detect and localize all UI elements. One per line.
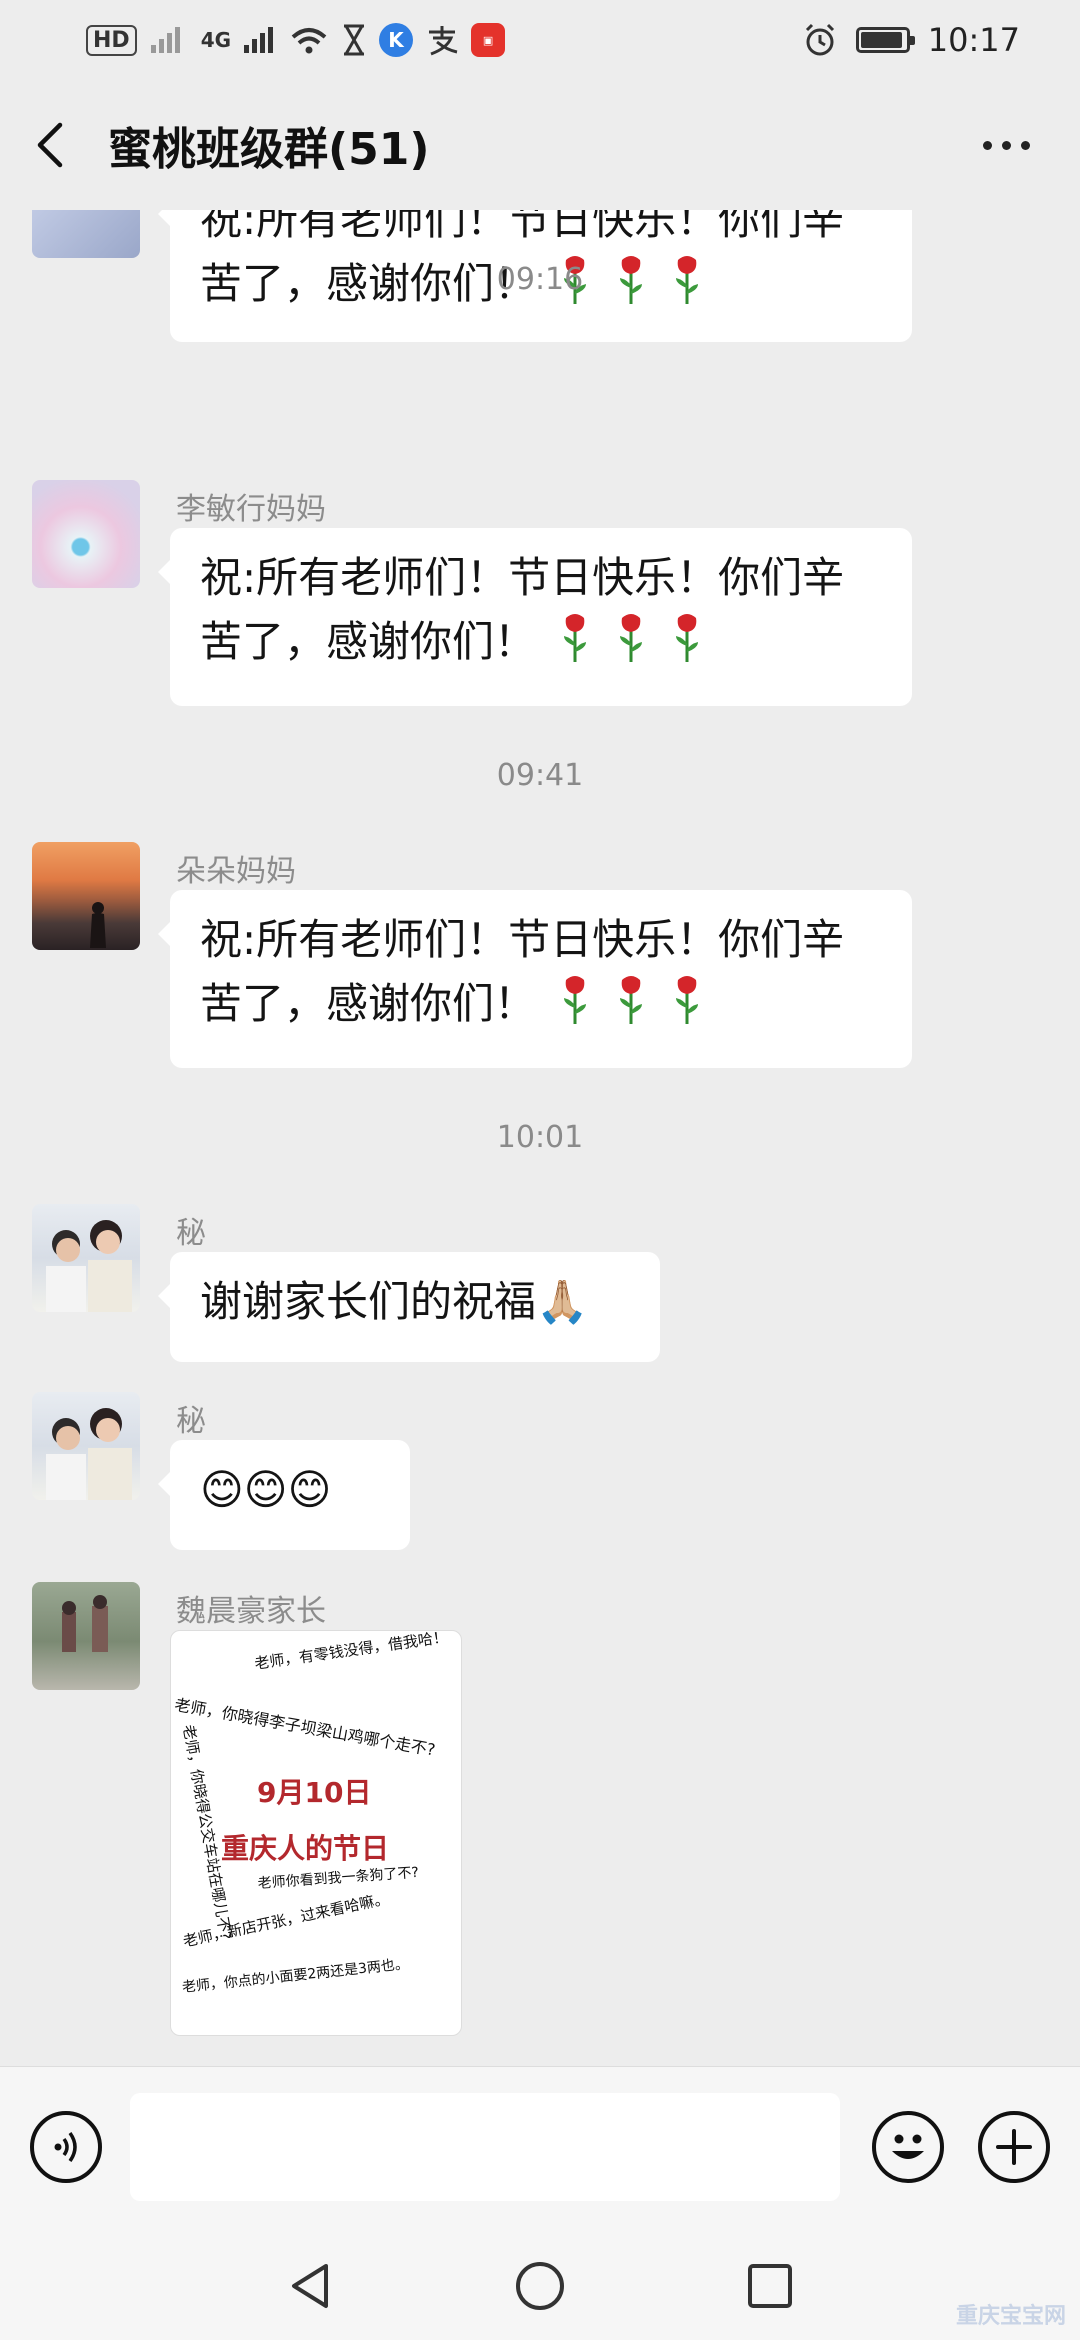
signal-icon [150,27,180,53]
more-options-button[interactable] [983,140,1030,150]
message-text: 祝:所有老师们！节日快乐！你们辛苦了，感谢你们！ [200,553,845,666]
watermark: 重庆宝宝网 [955,2304,1066,2329]
chevron-left-icon [37,122,63,168]
avatar[interactable] [32,1392,140,1500]
signal-icon-2 [244,27,274,53]
wifi-icon [291,28,327,54]
alarm-icon [805,23,834,56]
chat-title: 蜜桃班级群(51) [108,124,430,175]
hd-indicator: HD [86,24,137,56]
message-list[interactable]: 祝:所有老师们！节日快乐！你们辛苦了，感谢你们！ 09:16 李敏行妈妈 祝:所… [0,210,1080,2070]
rose-emoji-icon [620,976,643,1024]
system-nav-bar: 重庆宝宝网 [0,2226,1080,2340]
sender-name: 朵朵妈妈 [176,854,296,889]
voice-icon [54,2131,77,2163]
more-dot [1002,140,1011,150]
more-dots-icon [983,140,992,150]
status-bar: HD 4G K ▣ 10:17 [0,0,1080,80]
message-text: 祝:所有老师们！节日快乐！你们辛苦了，感谢你们！ [200,915,845,1028]
avatar-silhouette [90,902,106,948]
image-text-2: 老师，你晓得李子坝梁山鸡哪个走不? [173,1694,437,1760]
message-text: 谢谢家长们的祝福 [200,1277,537,1326]
avatar-photo [46,1408,132,1500]
rose-emoji-icon [676,976,699,1024]
rose-emoji-icon [564,976,587,1024]
plus-icon [996,2129,1032,2165]
message-bubble[interactable]: 😊😊😊 [158,1440,410,1550]
voice-button[interactable] [30,2111,102,2183]
battery-icon [855,27,915,53]
message-bubble[interactable]: 祝:所有老师们！节日快乐！你们辛苦了，感谢你们！ [158,890,912,1068]
avatar[interactable] [32,842,140,950]
rose-emoji-icon [620,614,643,662]
app-k-icon: K [379,23,414,57]
message-bubble[interactable]: 谢谢家长们的祝福🙏🏼 [158,1252,660,1362]
image-date: 9月10日 [257,1776,372,1809]
avatar[interactable] [32,1582,140,1690]
hourglass-icon [344,24,365,56]
emoji-icon [892,2134,924,2159]
more-dot [1021,140,1030,150]
image-text-6: 老师，你点的小面要2两还是3两也。 [181,1956,410,1996]
message-bubble[interactable]: 祝:所有老师们！节日快乐！你们辛苦了，感谢你们！ [158,528,912,706]
avatar-photo [62,1595,108,1652]
nav-back-icon[interactable] [286,2260,334,2312]
emoji-button[interactable] [872,2111,944,2183]
back-button[interactable] [0,80,100,210]
clock: 10:17 [927,21,1020,59]
input-bar [0,2066,1080,2226]
timestamp: 09:41 [496,758,584,793]
nav-home-icon[interactable] [514,2260,566,2312]
image-headline: 重庆人的节日 [221,1832,390,1865]
timestamp: 09:16 [496,262,584,297]
chat-header: 蜜桃班级群(51) [0,80,1080,210]
avatar[interactable] [32,1204,140,1312]
huawei-store-icon: ▣ [471,23,506,57]
image-message[interactable]: 老师，有零钱没得，借我哈！ 老师，你晓得李子坝梁山鸡哪个走不? 老师，你晓得公交… [170,1630,462,2036]
rose-emoji-icon [676,614,699,662]
message-input[interactable] [130,2093,840,2201]
message-text: 😊😊😊 [200,1465,332,1514]
pray-emoji-icon: 🙏🏼 [536,1277,589,1326]
timestamp: 10:01 [496,1120,584,1155]
sender-name: 李敏行妈妈 [176,492,326,527]
network-type-label: 4G [200,28,232,52]
sender-name: 秘 [176,1216,206,1251]
sender-name: 魏晨豪家长 [176,1594,326,1629]
avatar[interactable] [32,210,140,258]
image-text-1: 老师，有零钱没得，借我哈！ [253,1630,449,1673]
sender-name: 秘 [176,1404,206,1439]
rose-emoji-icon [564,614,587,662]
avatar[interactable] [32,480,140,588]
avatar-photo [46,1220,132,1312]
nav-recents-icon[interactable] [746,2262,794,2310]
alipay-icon [429,26,458,56]
plus-button[interactable] [978,2111,1050,2183]
